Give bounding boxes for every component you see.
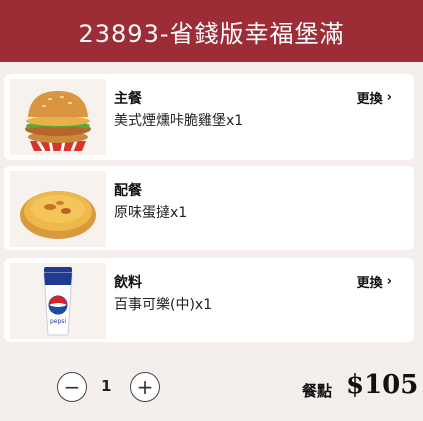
burger-image bbox=[10, 79, 106, 155]
chevron-right-icon: › bbox=[386, 90, 392, 105]
change-label: 更換 bbox=[356, 92, 383, 107]
quantity-value: 1 bbox=[101, 377, 112, 395]
header-bar: 23893-省錢版幸福堡滿 bbox=[0, 0, 423, 62]
item-name: 美式煙燻咔脆雞堡x1 bbox=[114, 113, 244, 129]
footer-bar: − 1 + 餐點 $105 bbox=[0, 352, 423, 421]
minus-icon: − bbox=[63, 375, 81, 399]
change-label: 更換 bbox=[356, 276, 383, 291]
item-category: 飲料 bbox=[114, 275, 142, 291]
egg-tart-image bbox=[10, 171, 106, 247]
item-category: 主餐 bbox=[114, 91, 142, 107]
meal-item-drink: pepsi 飲料 百事可樂(中)x1 更換 › bbox=[4, 258, 414, 342]
item-category: 配餐 bbox=[114, 183, 142, 199]
change-button[interactable]: 更換 › bbox=[357, 272, 392, 291]
plus-icon: + bbox=[136, 375, 154, 399]
page-title: 23893-省錢版幸福堡滿 bbox=[78, 19, 345, 48]
price-label: 餐點 bbox=[302, 382, 333, 400]
chevron-right-icon: › bbox=[386, 274, 392, 289]
item-name: 原味蛋撻x1 bbox=[114, 205, 188, 221]
increase-quantity-button[interactable]: + bbox=[130, 372, 160, 402]
item-name: 百事可樂(中)x1 bbox=[114, 297, 213, 313]
svg-text:pepsi: pepsi bbox=[50, 318, 66, 325]
meal-item-side: 配餐 原味蛋撻x1 bbox=[4, 166, 414, 250]
change-button[interactable]: 更換 › bbox=[357, 88, 392, 107]
decrease-quantity-button[interactable]: − bbox=[57, 372, 87, 402]
price-value: $105 bbox=[346, 370, 419, 400]
meal-item-main: 主餐 美式煙燻咔脆雞堡x1 更換 › bbox=[4, 74, 414, 160]
pepsi-cup-image: pepsi bbox=[10, 263, 106, 339]
